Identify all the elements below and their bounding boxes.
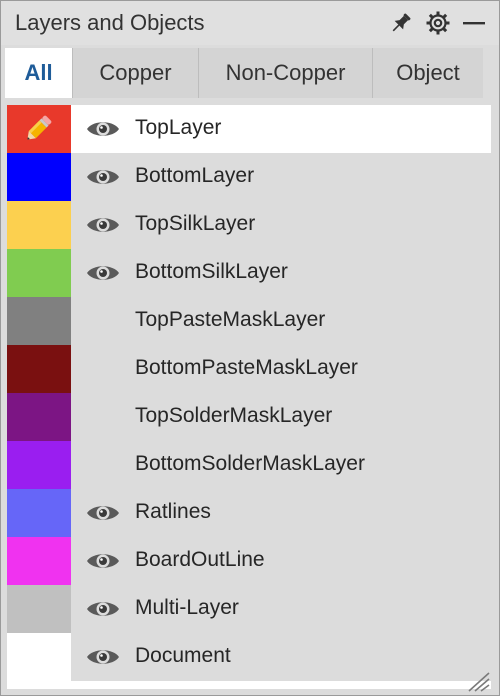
eye-icon[interactable] (86, 165, 120, 189)
layer-row[interactable]: BottomPasteMaskLayer (7, 345, 491, 393)
layer-name: BottomPasteMaskLayer (135, 356, 358, 379)
minimize-icon[interactable] (461, 10, 487, 36)
layer-row[interactable]: TopSolderMaskLayer (7, 393, 491, 441)
tab-copper[interactable]: Copper (73, 48, 199, 98)
layer-name: BottomLayer (135, 164, 255, 187)
layer-color-swatch[interactable] (7, 345, 71, 393)
eye-icon[interactable] (86, 549, 120, 573)
layer-row-body[interactable]: Ratlines (71, 489, 491, 537)
layer-row[interactable]: Multi-Layer (7, 585, 491, 633)
tab-non-copper[interactable]: Non-Copper (199, 48, 373, 98)
layer-name: BottomSilkLayer (135, 260, 288, 283)
tab-object[interactable]: Object (373, 48, 483, 98)
layer-color-swatch[interactable] (7, 393, 71, 441)
layer-row[interactable]: BottomSolderMaskLayer (7, 441, 491, 489)
layer-row[interactable]: TopSilkLayer (7, 201, 491, 249)
layer-row-body[interactable]: TopSolderMaskLayer (71, 393, 491, 441)
gear-icon[interactable] (425, 10, 451, 36)
layer-row-body[interactable]: Multi-Layer (71, 585, 491, 633)
layer-color-swatch[interactable] (7, 489, 71, 537)
layer-row[interactable]: BoardOutLine (7, 537, 491, 585)
layer-name: BottomSolderMaskLayer (135, 452, 365, 475)
layer-color-swatch[interactable] (7, 585, 71, 633)
layer-color-swatch[interactable] (7, 537, 71, 585)
layer-name: Ratlines (135, 500, 211, 523)
layer-name: Document (135, 644, 231, 667)
layer-row-body[interactable]: BottomSolderMaskLayer (71, 441, 491, 489)
layer-row[interactable]: BottomLayer (7, 153, 491, 201)
layer-color-swatch[interactable] (7, 633, 71, 681)
eye-icon[interactable] (86, 501, 120, 525)
layer-row-body[interactable]: TopPasteMaskLayer (71, 297, 491, 345)
layer-row[interactable]: Document (7, 633, 491, 681)
layer-color-swatch[interactable] (7, 105, 71, 153)
eye-icon[interactable] (86, 597, 120, 621)
eye-icon[interactable] (86, 213, 120, 237)
panel-title: Layers and Objects (15, 10, 205, 35)
layer-color-swatch[interactable] (7, 153, 71, 201)
eye-icon[interactable] (86, 117, 120, 141)
layer-color-swatch[interactable] (7, 297, 71, 345)
layer-row-body[interactable]: BottomPasteMaskLayer (71, 345, 491, 393)
layer-name: Multi-Layer (135, 596, 239, 619)
layer-color-swatch[interactable] (7, 201, 71, 249)
layer-row-body[interactable]: BottomLayer (71, 153, 491, 201)
layer-row[interactable]: TopPasteMaskLayer (7, 297, 491, 345)
resize-grip-icon[interactable] (465, 669, 491, 693)
layer-name: TopSilkLayer (135, 212, 256, 235)
layer-name: TopLayer (135, 116, 222, 139)
layer-row-body[interactable]: TopLayer (71, 105, 491, 153)
layer-name: TopSolderMaskLayer (135, 404, 333, 427)
layer-color-swatch[interactable] (7, 441, 71, 489)
layer-row[interactable]: Ratlines (7, 489, 491, 537)
layer-filter-tabs: All Copper Non-Copper Object (5, 48, 483, 98)
layer-list: TopLayer BottomLayer TopSilkLayer BottomSil… (7, 105, 491, 681)
layer-name: TopPasteMaskLayer (135, 308, 326, 331)
panel-titlebar: Layers and Objects (1, 1, 499, 45)
layer-row-body[interactable]: BoardOutLine (71, 537, 491, 585)
tab-all[interactable]: All (5, 48, 73, 98)
layer-row-body[interactable]: Document (71, 633, 491, 681)
layer-color-swatch[interactable] (7, 249, 71, 297)
layer-row-body[interactable]: BottomSilkLayer (71, 249, 491, 297)
pin-icon[interactable] (388, 10, 414, 36)
layers-objects-panel: Layers and Objects All Copper Non-Copper… (0, 0, 500, 696)
layer-row-body[interactable]: TopSilkLayer (71, 201, 491, 249)
eye-icon[interactable] (86, 261, 120, 285)
eye-icon[interactable] (86, 645, 120, 669)
layer-row[interactable]: BottomSilkLayer (7, 249, 491, 297)
layer-name: BoardOutLine (135, 548, 265, 571)
pencil-icon (21, 113, 55, 145)
layer-row[interactable]: TopLayer (7, 105, 491, 153)
